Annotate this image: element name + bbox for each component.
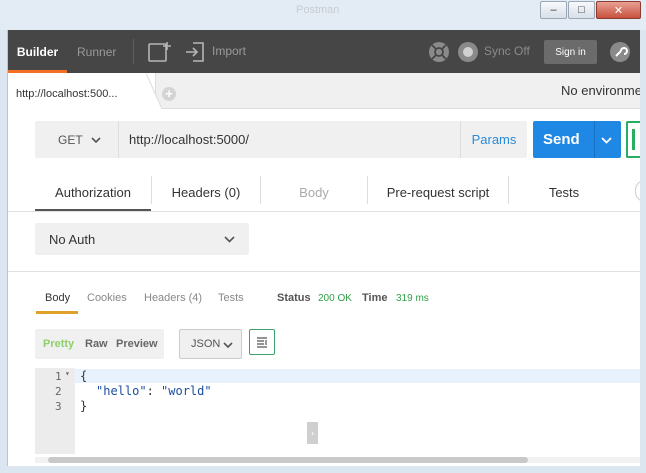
params-label: Params [471,132,517,147]
tab-body[interactable]: Body [261,173,367,211]
status-label: Status [277,292,311,304]
auth-type-label: No Auth [49,232,96,247]
fold-icon[interactable]: ▾ [65,369,70,378]
request-tab-strip: http://localhost:500... + No environme [8,73,640,109]
top-toolbar: Builder Runner Import Sync Off Sign in [8,30,640,73]
response-tab-underline [36,311,78,314]
response-tab-tests[interactable]: Tests [218,292,244,304]
send-label: Send [543,131,580,148]
settings-icon[interactable] [607,39,633,65]
sync-status: Sync Off [484,44,530,58]
request-tab[interactable]: http://localhost:500... [8,73,156,109]
save-button[interactable] [626,121,640,158]
scrollbar-thumb[interactable] [48,457,528,463]
response-tab-body[interactable]: Body [45,292,70,304]
toolbar-divider [133,39,134,64]
format-pretty[interactable]: Pretty [43,338,74,350]
json-value: "world" [161,384,212,398]
tab-runner[interactable]: Runner [77,30,116,73]
send-button[interactable]: Send [533,121,621,158]
params-button[interactable]: Params [460,121,527,158]
postman-app: Builder Runner Import Sync Off Sign in h… [7,30,640,466]
window-title: Postman [296,4,340,16]
language-dropdown[interactable]: JSON [179,329,242,359]
request-tab-label: http://localhost:500... [16,88,118,100]
line-number: 2 [55,385,62,398]
json-colon: : [146,384,162,398]
format-toggle-group: Pretty Raw Preview [35,329,164,359]
method-label: GET [58,132,83,147]
response-editor[interactable]: 1 ▾ 2 3 { "hello": "world" } [35,368,640,454]
format-raw[interactable]: Raw [85,338,108,350]
minimize-button[interactable]: – [540,1,567,19]
wrap-lines-icon [257,337,267,348]
format-preview[interactable]: Preview [116,338,158,350]
line-number: 3 [55,400,62,413]
add-tab-button[interactable]: + [162,87,176,101]
subtab-divider [367,176,368,204]
response-tab-headers[interactable]: Headers (4) [144,292,202,304]
divider [8,211,640,212]
subtab-divider [260,176,261,204]
active-line [75,369,640,383]
tab-builder-label: Builder [16,44,59,59]
send-divider [594,121,595,158]
interceptor-icon[interactable] [426,39,452,65]
tab-authorization[interactable]: Authorization [35,173,151,212]
request-subtabs: Authorization Headers (0) Body Pre-reque… [35,173,640,212]
time-value: 319 ms [396,293,429,304]
new-tab-icon[interactable] [147,39,173,65]
chevron-down-icon [91,136,101,143]
language-label: JSON [191,338,221,350]
url-bar: GET http://localhost:5000/ Params [35,121,527,158]
title-bar: Postman – □ ✕ [0,0,646,30]
chevron-down-icon[interactable] [601,137,612,144]
import-icon[interactable] [182,39,208,65]
url-input[interactable]: http://localhost:5000/ [129,132,249,147]
tab-pre-request-script[interactable]: Pre-request script [368,173,508,211]
section-divider [8,271,640,272]
save-icon [632,129,635,150]
tab-builder[interactable]: Builder [8,30,67,73]
wrap-lines-button[interactable] [249,329,275,355]
maximize-button[interactable]: □ [568,1,595,19]
tab-runner-label: Runner [77,44,117,59]
subtab-divider [151,176,152,204]
sign-in-button[interactable]: Sign in [544,40,597,64]
code-line: } [80,399,88,413]
environment-selector[interactable]: No environme [561,83,640,98]
tab-tests[interactable]: Tests [509,173,619,211]
chevron-down-icon [224,236,235,243]
tab-headers[interactable]: Headers (0) [152,173,260,211]
chevron-down-icon [223,342,233,348]
auth-type-dropdown[interactable]: No Auth [35,223,249,255]
line-number: 1 [55,370,62,383]
chevron-right-icon[interactable]: › [307,422,318,444]
import-button[interactable]: Import [212,44,246,58]
close-button[interactable]: ✕ [596,1,641,19]
method-dropdown[interactable]: GET [35,121,119,158]
code-line: "hello": "world" [96,384,212,398]
code-line: { [80,369,88,383]
tab-corner [146,73,162,109]
sync-icon[interactable] [455,39,481,65]
json-key: "hello" [96,384,147,398]
time-label: Time [362,292,388,304]
response-tab-cookies[interactable]: Cookies [87,292,127,304]
application-window: Postman – □ ✕ Builder Runner Import Sync… [0,0,646,473]
subtab-divider [508,176,509,204]
status-value: 200 OK [318,293,352,304]
